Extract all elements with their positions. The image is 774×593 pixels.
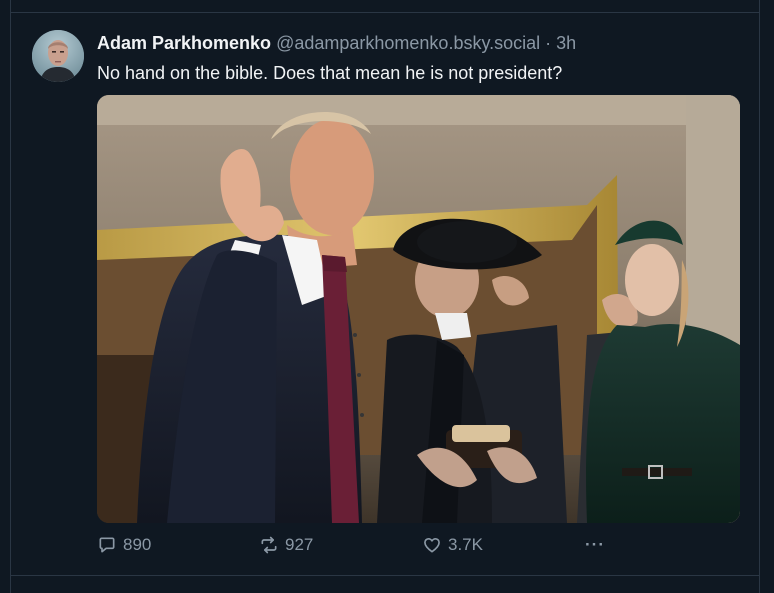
reply-button[interactable]: 890 <box>97 535 151 555</box>
repost-button[interactable]: 927 <box>259 535 313 555</box>
author-name[interactable]: Adam Parkhomenko <box>97 33 271 53</box>
repost-count: 927 <box>285 535 314 554</box>
like-count: 3.7K <box>448 535 483 554</box>
post-time[interactable]: 3h <box>556 33 576 53</box>
separator-dot: · <box>545 33 552 53</box>
heart-icon <box>424 538 440 553</box>
reply-icon <box>99 537 115 553</box>
previous-post-edge <box>10 0 760 12</box>
post-header: Adam Parkhomenko @adamparkhomenko.bsky.s… <box>97 32 576 54</box>
post-actions: 890 927 3.7K ··· <box>97 535 740 559</box>
avatar-photo <box>32 30 84 82</box>
post-image[interactable] <box>97 95 740 523</box>
reply-count: 890 <box>123 535 152 554</box>
inauguration-photo <box>97 95 740 523</box>
next-post-edge <box>10 576 760 593</box>
author-handle[interactable]: @adamparkhomenko.bsky.social <box>276 33 540 53</box>
post-text: No hand on the bible. Does that mean he … <box>97 63 563 83</box>
avatar[interactable] <box>32 30 84 82</box>
repost-icon <box>261 536 277 554</box>
like-button[interactable]: 3.7K <box>422 535 483 555</box>
more-options-icon: ··· <box>585 535 605 554</box>
more-options-button[interactable]: ··· <box>585 535 605 555</box>
